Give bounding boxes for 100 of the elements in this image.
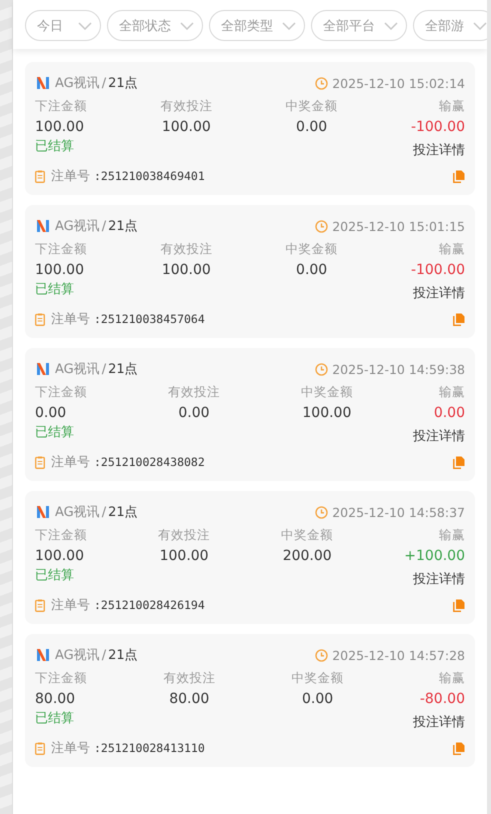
- bet-time: 2025-12-10 15:01:15: [332, 218, 465, 234]
- column-label: 有效投注: [163, 670, 216, 687]
- amount-value: 100.00: [35, 119, 84, 135]
- amount-value: 0.00: [35, 405, 66, 421]
- clock-icon: [315, 648, 328, 662]
- order-number: :251210028426194: [94, 598, 205, 612]
- amount-value: 200.00: [282, 548, 332, 564]
- clipboard-icon: [35, 170, 45, 182]
- amount-value: 100.00: [302, 405, 352, 421]
- game-logo-icon: [35, 75, 51, 91]
- column-label: 下注金额: [35, 98, 87, 115]
- order-number: :251210038469401: [94, 169, 205, 183]
- bet-details-link[interactable]: 投注详情: [413, 570, 465, 588]
- platform-name: AG视讯: [55, 504, 100, 521]
- bet-time: 2025-12-10 14:59:38: [332, 362, 465, 376]
- bet-details-link[interactable]: 投注详情: [413, 713, 465, 731]
- column-label: 下注金额: [35, 384, 87, 401]
- column-label: 中奖金额: [286, 241, 338, 258]
- win-loss-value: -100.00: [410, 119, 465, 135]
- clock-icon: [315, 506, 328, 518]
- caret-icon: [384, 22, 398, 30]
- game-logo-icon: [35, 504, 51, 520]
- separator: /: [102, 76, 106, 90]
- clipboard-icon: [35, 456, 45, 468]
- status-text: 已结算: [35, 567, 74, 585]
- platform-name: AG视讯: [55, 75, 100, 92]
- game-name: 21点: [108, 218, 138, 235]
- game-name: 21点: [108, 361, 138, 378]
- amount-value: 100.00: [35, 548, 84, 564]
- bet-details-link[interactable]: 投注详情: [413, 141, 465, 159]
- platform-name: AG视讯: [55, 647, 100, 664]
- amount-value: 100.00: [162, 262, 211, 278]
- separator: /: [102, 218, 106, 234]
- game-name: 21点: [108, 75, 138, 92]
- order-number-label: 注单号: [51, 597, 90, 614]
- copy-icon[interactable]: [453, 312, 465, 326]
- bet-time: 2025-12-10 15:02:14: [332, 76, 465, 90]
- clock-icon: [315, 362, 328, 376]
- amount-value: 80.00: [35, 691, 76, 707]
- amount-value: 100.00: [35, 262, 84, 278]
- column-label: 下注金额: [35, 241, 87, 258]
- win-loss-value: +100.00: [404, 548, 465, 564]
- column-label: 有效投注: [168, 384, 220, 401]
- order-number-label: 注单号: [51, 740, 90, 757]
- platform-name: AG视讯: [55, 361, 100, 378]
- game-logo-icon: [35, 361, 51, 377]
- game-name: 21点: [108, 647, 138, 664]
- clock-icon: [315, 76, 328, 90]
- bet-time: 2025-12-10 14:58:37: [332, 504, 465, 520]
- separator: /: [102, 504, 106, 520]
- caret-icon: [78, 22, 92, 30]
- column-label: 输赢: [438, 384, 465, 401]
- order-number: :251210038457064: [94, 312, 205, 326]
- win-loss-value: -80.00: [420, 691, 465, 707]
- column-label: 下注金额: [35, 670, 87, 687]
- column-label: 输赢: [438, 670, 465, 687]
- win-loss-value: 0.00: [434, 405, 465, 421]
- amount-value: 0.00: [296, 262, 328, 278]
- amount-value: 0.00: [296, 119, 328, 135]
- clipboard-icon: [35, 312, 45, 326]
- status-text: 已结算: [35, 710, 74, 728]
- copy-icon[interactable]: [453, 170, 465, 182]
- column-label: 中奖金额: [281, 527, 334, 544]
- bet-details-link[interactable]: 投注详情: [413, 427, 465, 445]
- amount-value: 0.00: [178, 405, 210, 421]
- copy-icon[interactable]: [453, 598, 465, 612]
- copy-icon[interactable]: [453, 742, 465, 754]
- clipboard-icon: [35, 598, 45, 612]
- order-number-label: 注单号: [51, 454, 90, 471]
- amount-value: 80.00: [169, 691, 210, 707]
- status-text: 已结算: [35, 281, 74, 299]
- amount-value: 100.00: [160, 548, 209, 564]
- separator: /: [102, 648, 106, 662]
- column-label: 中奖金额: [286, 98, 338, 115]
- amount-value: 100.00: [162, 119, 211, 135]
- game-logo-icon: [35, 218, 51, 234]
- order-number-label: 注单号: [51, 311, 90, 328]
- bet-time: 2025-12-10 14:57:28: [332, 648, 465, 662]
- platform-name: AG视讯: [55, 218, 100, 235]
- column-label: 有效投注: [160, 241, 212, 258]
- column-label: 输赢: [438, 241, 465, 258]
- column-label: 有效投注: [160, 98, 212, 115]
- caret-icon: [282, 22, 296, 30]
- amount-value: 0.00: [302, 691, 334, 707]
- column-label: 下注金额: [35, 527, 87, 544]
- win-loss-value: -100.00: [410, 262, 465, 278]
- order-number: :251210028438082: [94, 455, 205, 469]
- caret-icon: [180, 22, 194, 30]
- bet-details-link[interactable]: 投注详情: [413, 284, 465, 302]
- status-text: 已结算: [35, 424, 74, 442]
- column-label: 有效投注: [158, 527, 210, 544]
- column-label: 输赢: [438, 98, 465, 115]
- copy-icon[interactable]: [453, 456, 465, 468]
- separator: /: [102, 362, 106, 376]
- column-label: 中奖金额: [292, 670, 344, 687]
- status-text: 已结算: [35, 138, 74, 156]
- clipboard-icon: [35, 742, 45, 754]
- caret-icon: [473, 22, 487, 30]
- column-label: 输赢: [439, 527, 465, 544]
- order-number-label: 注单号: [51, 168, 90, 185]
